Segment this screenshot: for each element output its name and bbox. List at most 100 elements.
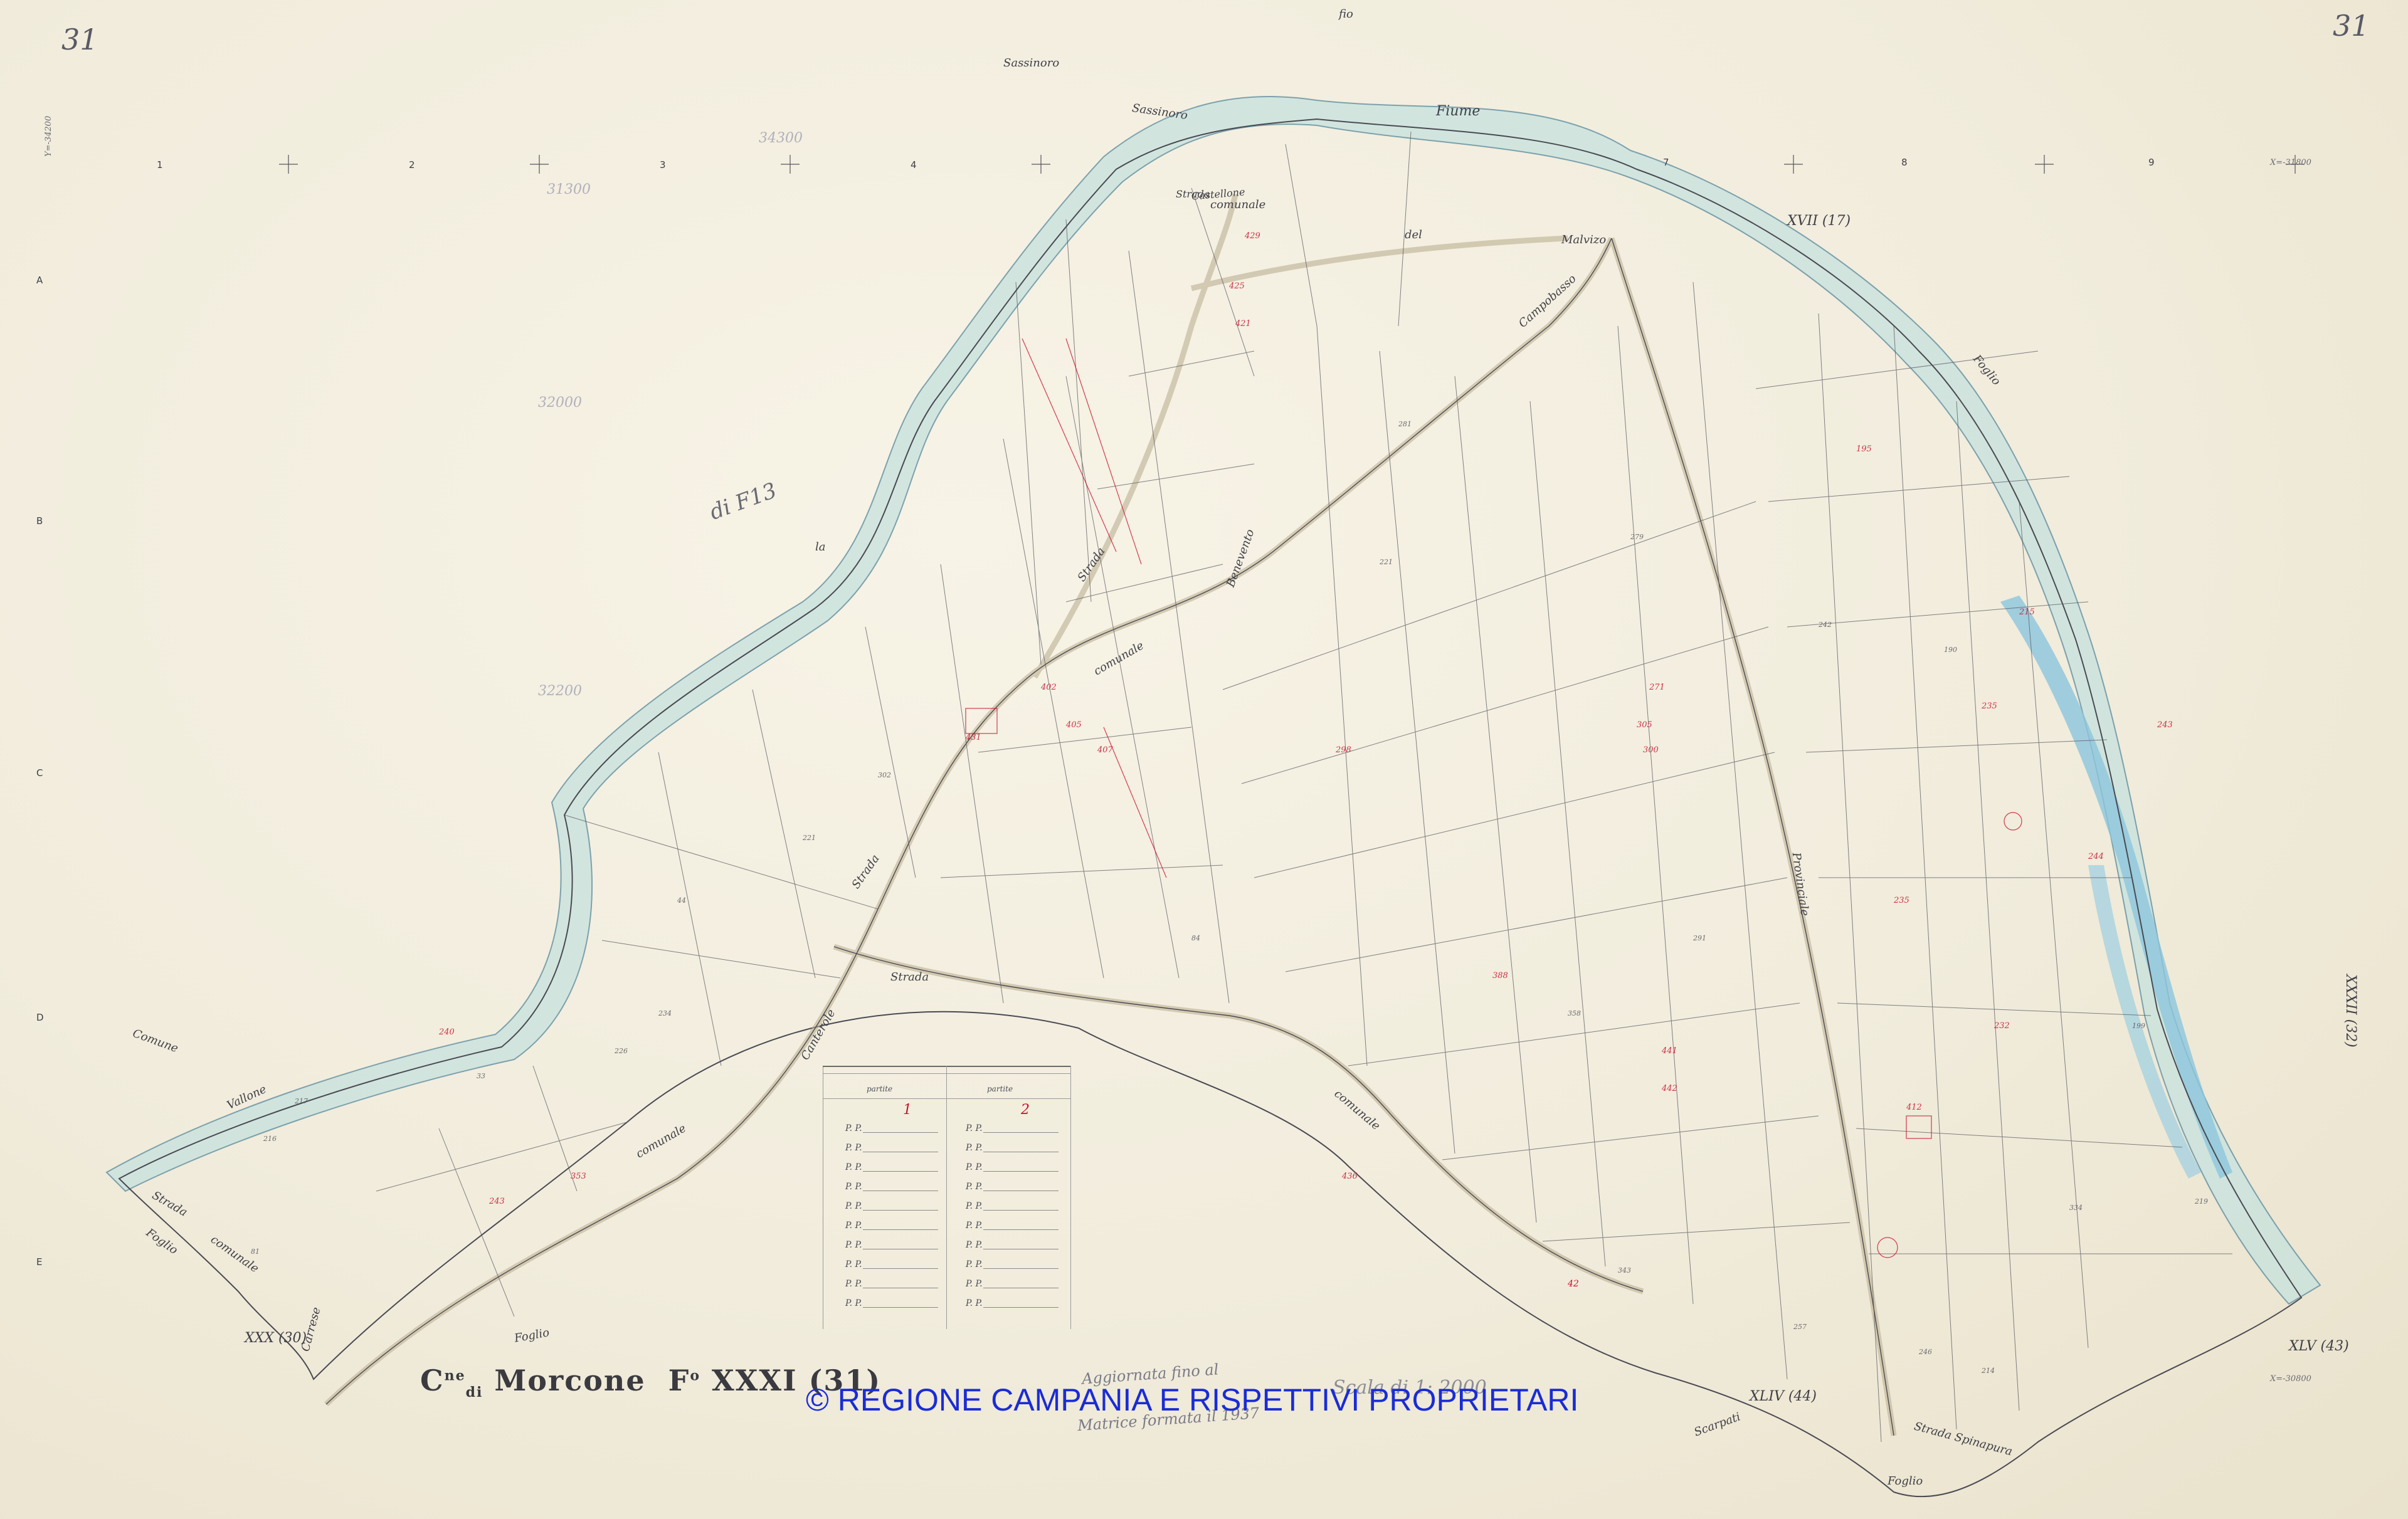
svg-text:190: 190 xyxy=(1944,646,1957,654)
svg-text:81: 81 xyxy=(251,1248,260,1256)
legend-row-label: P. P. xyxy=(966,1201,983,1211)
svg-text:217: 217 xyxy=(294,1097,308,1105)
svg-text:405: 405 xyxy=(1065,720,1082,730)
sheet-number-top-right: 31 xyxy=(2333,9,2370,43)
svg-text:240: 240 xyxy=(438,1028,455,1037)
cadastral-map: 429425421 298305300 235232412 442441243 … xyxy=(105,96,2321,1498)
legend-row-line xyxy=(983,1268,1059,1269)
legend-row-line xyxy=(863,1229,938,1230)
legend-row-label: P. P. xyxy=(845,1279,862,1289)
pencil-coord-4: 34300 xyxy=(759,130,803,146)
grid-col-1: 1 xyxy=(157,159,163,171)
blue-channel xyxy=(2000,596,2232,1179)
legend-row: P. P. P. P. xyxy=(823,1221,1070,1238)
label-foglio-se: Foglio xyxy=(1888,1474,1923,1488)
label-comunale-top: comunale xyxy=(1210,198,1266,211)
svg-text:279: 279 xyxy=(1630,533,1644,541)
territory-boundary xyxy=(118,118,2303,1498)
svg-text:243: 243 xyxy=(2157,720,2173,730)
copyright-watermark: © REGIONE CAMPANIA E RISPETTIVI PROPRIET… xyxy=(806,1382,1579,1417)
svg-text:358: 358 xyxy=(1568,1009,1581,1017)
label-strada-bottom: Strada xyxy=(890,970,929,984)
legend-border-right xyxy=(1070,1066,1071,1329)
svg-text:199: 199 xyxy=(2132,1022,2145,1030)
pencil-coord-1: 31300 xyxy=(547,182,591,197)
legend-row: P. P. P. P. xyxy=(823,1162,1070,1180)
legend-row-line xyxy=(863,1190,938,1191)
grid-row-d: D xyxy=(36,1012,44,1023)
svg-text:235: 235 xyxy=(1893,896,1909,905)
svg-text:271: 271 xyxy=(1649,683,1665,692)
grid-row-c: C xyxy=(36,767,43,779)
label-sassinoro-top: Sassinoro xyxy=(1003,56,1060,70)
grid-row-b: B xyxy=(36,515,43,527)
legend-row-line xyxy=(863,1210,938,1211)
svg-text:442: 442 xyxy=(1661,1084,1677,1093)
legend-row-label: P. P. xyxy=(845,1143,862,1153)
legend-col2-header: partite xyxy=(987,1085,1013,1093)
label-sheet-43: XLV (43) xyxy=(2289,1338,2349,1354)
svg-text:402: 402 xyxy=(1040,683,1057,692)
svg-text:215: 215 xyxy=(2019,607,2035,617)
legend-row: P. P. P. P. xyxy=(823,1298,1070,1316)
svg-text:429: 429 xyxy=(1244,231,1260,241)
label-del: del xyxy=(1405,228,1422,241)
grid-col-3: 3 xyxy=(660,159,666,171)
svg-text:291: 291 xyxy=(1692,934,1706,942)
legend-row: P. P. P. P. xyxy=(823,1279,1070,1296)
svg-text:243: 243 xyxy=(488,1197,505,1206)
label-sheet-17: XVII (17) xyxy=(1787,213,1851,229)
pencil-coord-2: 32000 xyxy=(538,395,582,411)
legend-row-line xyxy=(863,1132,938,1133)
legend-row-line xyxy=(863,1268,938,1269)
svg-text:425: 425 xyxy=(1228,281,1245,291)
legend-row-label: P. P. xyxy=(845,1162,862,1172)
svg-text:343: 343 xyxy=(1618,1266,1631,1275)
sheet-number-top-left: 31 xyxy=(61,23,98,56)
label-sheet-32: XXXII (32) xyxy=(2342,974,2358,1048)
river-band xyxy=(105,96,2321,1305)
svg-text:441: 441 xyxy=(1661,1046,1677,1056)
legend-row: P. P. P. P. xyxy=(823,1259,1070,1277)
title-foglio-sup: o xyxy=(690,1367,701,1384)
legend-row: P. P. P. P. xyxy=(823,1182,1070,1199)
legend-row-line xyxy=(863,1171,938,1172)
grid-col-9: 9 xyxy=(2148,157,2155,168)
legend-row: P. P. P. P. xyxy=(823,1240,1070,1258)
svg-text:216: 216 xyxy=(263,1135,277,1143)
legend-row-label: P. P. xyxy=(966,1123,983,1133)
svg-text:436: 436 xyxy=(1341,1172,1358,1181)
legend-row-line xyxy=(863,1307,938,1308)
legend-row: P. P. P. P. xyxy=(823,1201,1070,1219)
svg-text:412: 412 xyxy=(1906,1103,1922,1112)
legend-row-label: P. P. xyxy=(966,1240,983,1250)
label-fio: fio xyxy=(1339,8,1353,21)
title-foglio: F xyxy=(668,1364,690,1397)
title-name: Morcone xyxy=(494,1364,646,1397)
svg-text:242: 242 xyxy=(1818,621,1832,629)
legend-row-label: P. P. xyxy=(966,1182,983,1192)
grid-crosses xyxy=(279,155,2305,174)
label-la: la xyxy=(815,540,826,554)
label-fiume: Fiume xyxy=(1436,103,1481,119)
svg-text:281: 281 xyxy=(1398,420,1412,428)
svg-text:244: 244 xyxy=(2088,852,2104,861)
legend-row-label: P. P. xyxy=(845,1201,862,1211)
svg-text:300: 300 xyxy=(1643,745,1659,755)
grid-col-4: 4 xyxy=(911,159,917,171)
legend-row-line xyxy=(983,1210,1059,1211)
svg-text:407: 407 xyxy=(1097,745,1114,755)
legend-row: P. P. P. P. xyxy=(823,1143,1070,1160)
coord-bottom-right: X=-30800 xyxy=(2270,1374,2311,1384)
svg-text:195: 195 xyxy=(1856,444,1872,454)
svg-text:221: 221 xyxy=(1379,558,1393,566)
legend-row-line xyxy=(983,1190,1059,1191)
parcel-numbers: 281221279 242190358 343291199 33484302 2… xyxy=(251,420,2208,1375)
svg-text:305: 305 xyxy=(1637,720,1652,730)
label-red-mark: 42 xyxy=(1568,1279,1579,1289)
legend-row-label: P. P. xyxy=(966,1279,983,1289)
parcel-lines xyxy=(376,131,2232,1443)
legend-row-label: P. P. xyxy=(966,1221,983,1231)
legend-row-label: P. P. xyxy=(966,1143,983,1153)
svg-text:221: 221 xyxy=(802,834,816,842)
